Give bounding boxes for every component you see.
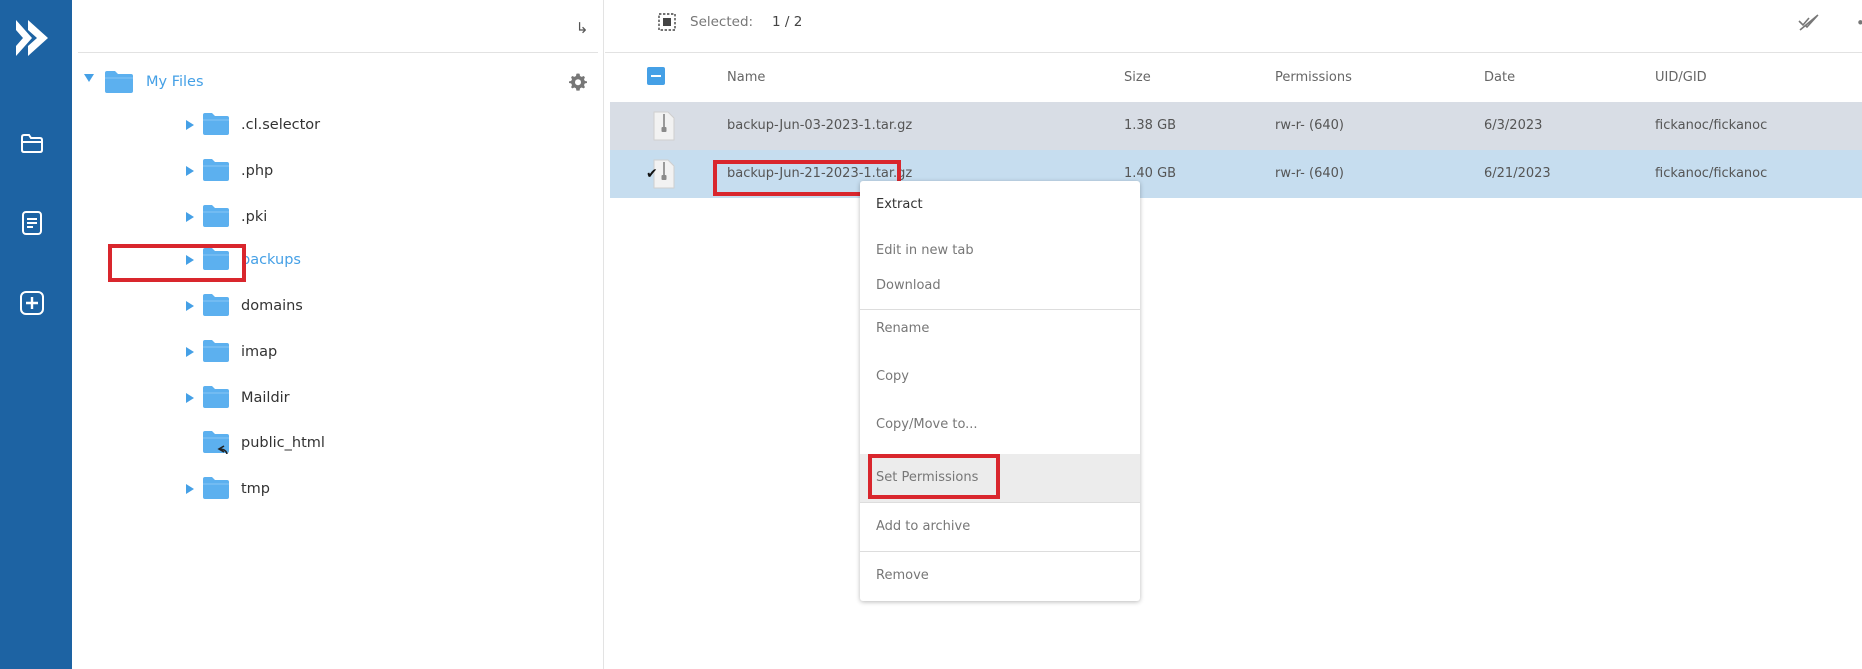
folder-icon [203, 159, 229, 181]
menu-item-set-permissions[interactable]: Set Permissions [860, 454, 1140, 502]
menu-item-copy-move[interactable]: Copy/Move to... [860, 406, 1140, 454]
file-uid-gid: fickanoc/fickanoc [1655, 166, 1768, 181]
collapse-panel-icon[interactable]: ↳ [572, 18, 592, 38]
expand-caret-icon[interactable] [186, 255, 194, 265]
expand-caret-icon[interactable] [186, 393, 194, 403]
selected-count: 1 / 2 [772, 14, 803, 30]
folder-nav-icon [21, 134, 43, 153]
tree-item-label: Maildir [241, 390, 290, 406]
tree-item[interactable]: domains [182, 291, 582, 321]
menu-item-edit-new-tab[interactable]: Edit in new tab [860, 229, 1140, 269]
tree-root-label: My Files [146, 74, 204, 90]
menu-item-rename[interactable]: Rename [860, 310, 1140, 358]
folder-tree-panel: ↳ My Files .cl.selector .php .pki backups do… [72, 0, 604, 669]
file-name: backup-Jun-21-2023-1.tar.gz [727, 166, 913, 181]
file-list-panel: Selected: 1 / 2 • Name Size Permissions … [605, 0, 1862, 669]
column-header-uid-gid[interactable]: UID/GID [1655, 70, 1707, 85]
folder-symlink-icon [203, 431, 229, 454]
tree-header: ↳ [78, 0, 598, 53]
menu-item-remove[interactable]: Remove [860, 552, 1140, 600]
tree-item[interactable]: imap [182, 337, 582, 367]
archive-file-icon [653, 111, 675, 141]
menu-item-download[interactable]: Download [860, 269, 1140, 309]
folder-icon [203, 477, 229, 499]
expand-caret-icon[interactable] [186, 301, 194, 311]
tree-item[interactable]: tmp [182, 474, 582, 504]
file-name: backup-Jun-03-2023-1.tar.gz [727, 118, 913, 133]
tree-item-label: domains [241, 298, 303, 314]
settings-gear-icon[interactable] [568, 72, 588, 92]
select-all-checkbox[interactable] [647, 67, 665, 85]
table-row[interactable]: backup-Jun-03-2023-1.tar.gz 1.38 GB rw-r… [610, 102, 1862, 150]
folder-icon [203, 386, 229, 408]
column-header-size[interactable]: Size [1124, 70, 1151, 85]
expand-caret-icon[interactable] [186, 347, 194, 357]
tree-item[interactable]: .pki [182, 202, 582, 232]
column-header-permissions[interactable]: Permissions [1275, 70, 1352, 85]
column-header-name[interactable]: Name [727, 70, 765, 85]
tree-item-label: .pki [241, 209, 268, 225]
add-nav-button[interactable] [18, 289, 46, 317]
deselect-all-icon[interactable] [1797, 13, 1821, 33]
table-row[interactable]: ✔ backup-Jun-21-2023-1.tar.gz 1.40 GB rw… [610, 150, 1862, 198]
expand-caret-icon[interactable] [186, 212, 194, 222]
menu-item-extract[interactable]: Extract [860, 181, 1140, 229]
folder-icon [105, 71, 133, 93]
selection-toolbar: Selected: 1 / 2 • [605, 0, 1862, 53]
row-checkmark-icon[interactable]: ✔ [646, 166, 658, 182]
folder-icon [203, 205, 229, 227]
file-permissions: rw-r- (640) [1275, 166, 1344, 181]
file-uid-gid: fickanoc/fickanoc [1655, 118, 1768, 133]
expand-caret-icon[interactable] [186, 484, 194, 494]
file-size: 1.38 GB [1124, 118, 1177, 133]
select-all-icon[interactable] [658, 13, 676, 31]
menu-item-copy[interactable]: Copy [860, 358, 1140, 406]
tree-item-label: tmp [241, 481, 271, 497]
collapse-caret-icon[interactable] [84, 74, 94, 82]
menu-item-add-archive[interactable]: Add to archive [860, 503, 1140, 551]
folder-nav-button[interactable] [18, 129, 46, 157]
file-date: 6/21/2023 [1484, 166, 1551, 181]
tree-item[interactable]: .php [182, 156, 582, 186]
folder-icon [203, 340, 229, 362]
folder-icon [203, 113, 229, 135]
tree-item[interactable]: .cl.selector [182, 110, 582, 140]
selected-label: Selected: [690, 14, 754, 30]
tree-item[interactable]: backups [182, 245, 582, 275]
tree-item-label: imap [241, 344, 278, 360]
tree-item[interactable]: Maildir [182, 383, 582, 413]
tree-item[interactable]: public_html [182, 428, 582, 458]
folder-icon [203, 248, 229, 270]
context-menu: Extract Edit in new tab Download Rename … [860, 181, 1140, 601]
add-nav-icon [20, 291, 44, 315]
more-menu-icon[interactable]: • [1856, 14, 1862, 32]
tree-item-label: backups [241, 252, 301, 268]
folder-icon [203, 294, 229, 316]
table-header: Name Size Permissions Date UID/GID [610, 54, 1862, 102]
tree-item-label: public_html [241, 435, 325, 451]
file-date: 6/3/2023 [1484, 118, 1543, 133]
file-permissions: rw-r- (640) [1275, 118, 1344, 133]
tree-item-label: .cl.selector [241, 117, 321, 133]
tree-root-my-files[interactable]: My Files [82, 68, 602, 96]
document-nav-icon [22, 211, 42, 235]
app-logo-icon[interactable] [14, 18, 50, 58]
column-header-date[interactable]: Date [1484, 70, 1515, 85]
tree-item-label: .php [241, 163, 274, 179]
expand-caret-icon[interactable] [186, 166, 194, 176]
nav-rail [0, 0, 72, 669]
expand-caret-icon[interactable] [186, 120, 194, 130]
document-nav-button[interactable] [18, 209, 46, 237]
file-size: 1.40 GB [1124, 166, 1177, 181]
